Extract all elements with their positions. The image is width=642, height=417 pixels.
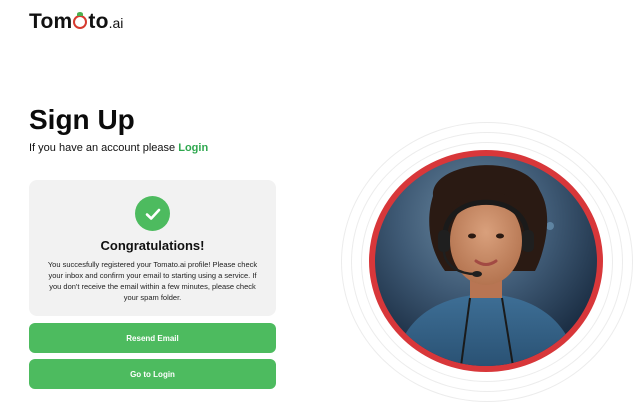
success-card: Congratulations! You succesfully registe…	[29, 180, 276, 316]
page-title: Sign Up	[29, 104, 135, 135]
tomato-icon	[73, 12, 88, 29]
hero-portrait	[318, 110, 638, 410]
check-icon	[145, 208, 160, 220]
success-badge	[135, 196, 170, 231]
login-prompt: If you have an account please Login	[29, 142, 208, 154]
login-link[interactable]: Login	[178, 142, 208, 154]
login-prompt-text: If you have an account please	[29, 142, 176, 154]
logo-text-end: to	[88, 10, 109, 33]
success-message: You succesfully registered your Tomato.a…	[47, 260, 258, 302]
resend-email-button[interactable]: Resend Email	[29, 323, 276, 353]
avatar	[369, 150, 603, 372]
go-to-login-button[interactable]: Go to Login	[29, 359, 276, 389]
logo-suffix: .ai	[108, 15, 124, 31]
brand-logo[interactable]: Tom to .ai	[29, 10, 123, 34]
portrait-image	[395, 165, 577, 366]
success-title: Congratulations!	[100, 238, 205, 253]
logo-text-start: Tom	[29, 10, 73, 33]
